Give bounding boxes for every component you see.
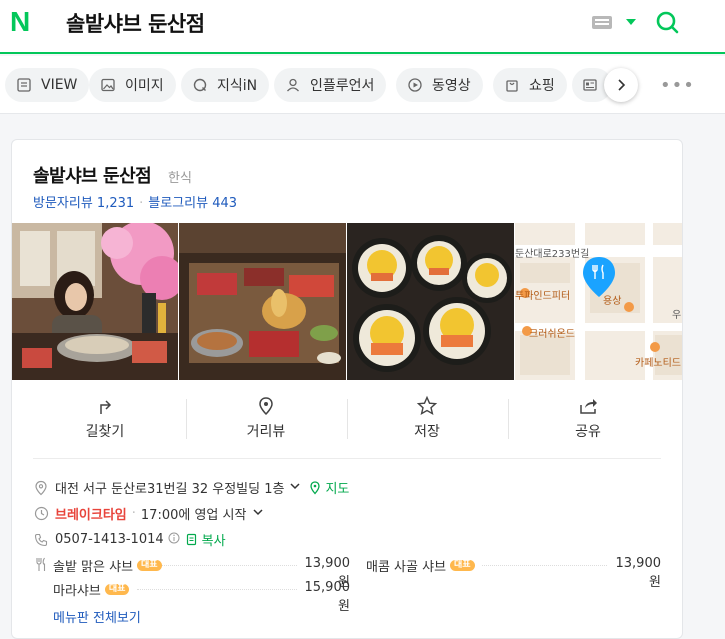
menu-item-name: 마라샤브 — [53, 584, 101, 599]
tab-label: 쇼핑 — [529, 78, 555, 94]
tab-label: 인플루언서 — [310, 78, 375, 94]
tab-shopping[interactable]: 쇼핑 — [493, 68, 567, 102]
review-links: 방문자리뷰 1,231 · 블로그리뷰 443 — [33, 196, 238, 211]
address-text: 대전 서구 둔산로31번길 32 우정빌딩 1층 — [55, 482, 285, 497]
blog-review-link[interactable]: 블로그리뷰 443 — [148, 196, 237, 211]
chevron-down-icon[interactable] — [252, 506, 264, 521]
chevron-down-icon[interactable] — [289, 480, 301, 495]
tab-images[interactable]: 이미지 — [89, 68, 176, 102]
photo-strip: 둔산대로233번길 투파인드피터 크러쉬온드 카페노티드 용상 우 — [12, 223, 682, 380]
naver-logo[interactable]: N — [10, 8, 34, 36]
divider — [482, 565, 607, 566]
image-icon — [99, 76, 117, 94]
tabs-next-button[interactable] — [604, 68, 638, 102]
tab-kin[interactable]: 지식iN — [181, 68, 270, 102]
action-label: 공유 — [575, 424, 601, 440]
tab-label: 이미지 — [125, 78, 164, 94]
action-label: 거리뷰 — [246, 424, 286, 440]
menu-section — [33, 556, 55, 572]
map-thumbnail[interactable]: 둔산대로233번길 투파인드피터 크러쉬온드 카페노티드 용상 우 — [515, 223, 682, 380]
photo-table-spread[interactable] — [179, 223, 346, 380]
visitor-review-link[interactable]: 방문자리뷰 1,231 — [33, 196, 134, 211]
star-icon — [416, 395, 438, 416]
place-actions: 길찾기 거리뷰 저장 공유 — [12, 395, 682, 445]
tab-video[interactable]: 동영상 — [396, 68, 483, 102]
map-poi-label: 용상 — [603, 296, 622, 307]
play-icon — [406, 76, 424, 94]
place-title[interactable]: 솔밭샤브 둔산점 — [33, 162, 152, 188]
view-icon — [15, 76, 33, 94]
tab-label: 동영상 — [432, 78, 471, 94]
share-button[interactable]: 공유 — [508, 395, 668, 445]
tab-label: VIEW — [41, 77, 78, 93]
map-poi-label: 우 — [672, 310, 682, 321]
address-row: 대전 서구 둔산로31번길 32 우정빌딩 1층 지도 — [33, 478, 349, 497]
copy-button[interactable]: 복사 — [186, 530, 226, 549]
hours-row: 브레이크타임 · 17:00에 영업 시작 — [33, 504, 264, 523]
share-icon — [580, 399, 597, 414]
tab-view[interactable]: VIEW — [5, 68, 90, 102]
info-icon[interactable] — [168, 532, 180, 548]
copy-label: 복사 — [201, 534, 226, 549]
chevron-right-icon — [618, 79, 626, 91]
directions-button[interactable]: 길찾기 — [25, 395, 185, 445]
phone-number[interactable]: 0507-1413-1014 — [55, 532, 164, 547]
tab-influencer[interactable]: 인플루언서 — [274, 68, 387, 102]
action-label: 길찾기 — [85, 424, 125, 440]
hours-text: 17:00에 영업 시작 — [140, 508, 247, 523]
map-poi-label: 카페노티드 — [635, 358, 681, 369]
utensils-icon — [33, 556, 49, 572]
directions-icon — [100, 400, 112, 414]
rep-badge: 대표 — [450, 560, 475, 571]
search-query[interactable]: 솔밭샤브 둔산점 — [66, 8, 205, 38]
rep-badge: 대표 — [104, 584, 130, 595]
menu-item-price: 13,900원 — [615, 556, 662, 590]
phone-row: 0507-1413-1014 복사 — [33, 530, 226, 549]
photo-diner[interactable] — [12, 223, 178, 380]
menu-item-name: 매콤 사골 샤브 — [366, 560, 447, 575]
divider — [33, 458, 661, 459]
street-view-icon — [259, 397, 273, 416]
map-street-label: 둔산대로233번길 — [515, 249, 590, 260]
place-category: 한식 — [168, 171, 192, 186]
shopping-bag-icon — [503, 76, 521, 94]
rep-badge: 대표 — [137, 560, 162, 571]
photo-gimbap[interactable] — [347, 223, 514, 380]
location-pin-icon — [33, 480, 49, 496]
action-label: 저장 — [414, 424, 440, 440]
map-poi-label: 크러쉬온드 — [529, 329, 575, 340]
menu-item[interactable]: 솔밭 맑은 샤브 대표 — [53, 556, 162, 575]
keyboard-icon[interactable] — [592, 16, 612, 29]
menu-item[interactable]: 마라샤브 대표 — [53, 580, 130, 599]
full-menu-link[interactable]: 메뉴판 전체보기 — [53, 607, 141, 626]
chevron-down-icon[interactable] — [626, 19, 636, 25]
top-bar: N 솔밭샤브 둔산점 — [0, 0, 725, 54]
menu-item[interactable]: 매콤 사골 샤브 대표 — [366, 556, 475, 575]
news-icon — [582, 76, 598, 94]
map-poi-label: 투파인드피터 — [515, 291, 571, 302]
place-card: 솔밭샤브 둔산점 한식 방문자리뷰 1,231 · 블로그리뷰 443 둔산대로… — [11, 139, 683, 639]
street-view-button[interactable]: 거리뷰 — [186, 395, 346, 445]
divider — [137, 589, 297, 590]
divider — [162, 565, 297, 566]
map-link-label: 지도 — [325, 482, 350, 497]
map-link[interactable]: 지도 — [309, 478, 349, 497]
phone-icon — [33, 532, 49, 548]
save-button[interactable]: 저장 — [347, 395, 507, 445]
clock-icon — [33, 506, 49, 522]
search-icon[interactable] — [655, 10, 679, 34]
tab-label: 지식iN — [217, 78, 258, 94]
more-icon[interactable]: ••• — [660, 75, 695, 96]
menu-item-price: 15,900원 — [304, 580, 351, 614]
copy-icon — [186, 533, 196, 546]
qna-icon — [191, 76, 209, 94]
person-icon — [284, 76, 302, 94]
status-badge: 브레이크타임 — [55, 508, 127, 523]
menu-item-name: 솔밭 맑은 샤브 — [53, 560, 134, 575]
map-pin-icon — [310, 480, 321, 494]
